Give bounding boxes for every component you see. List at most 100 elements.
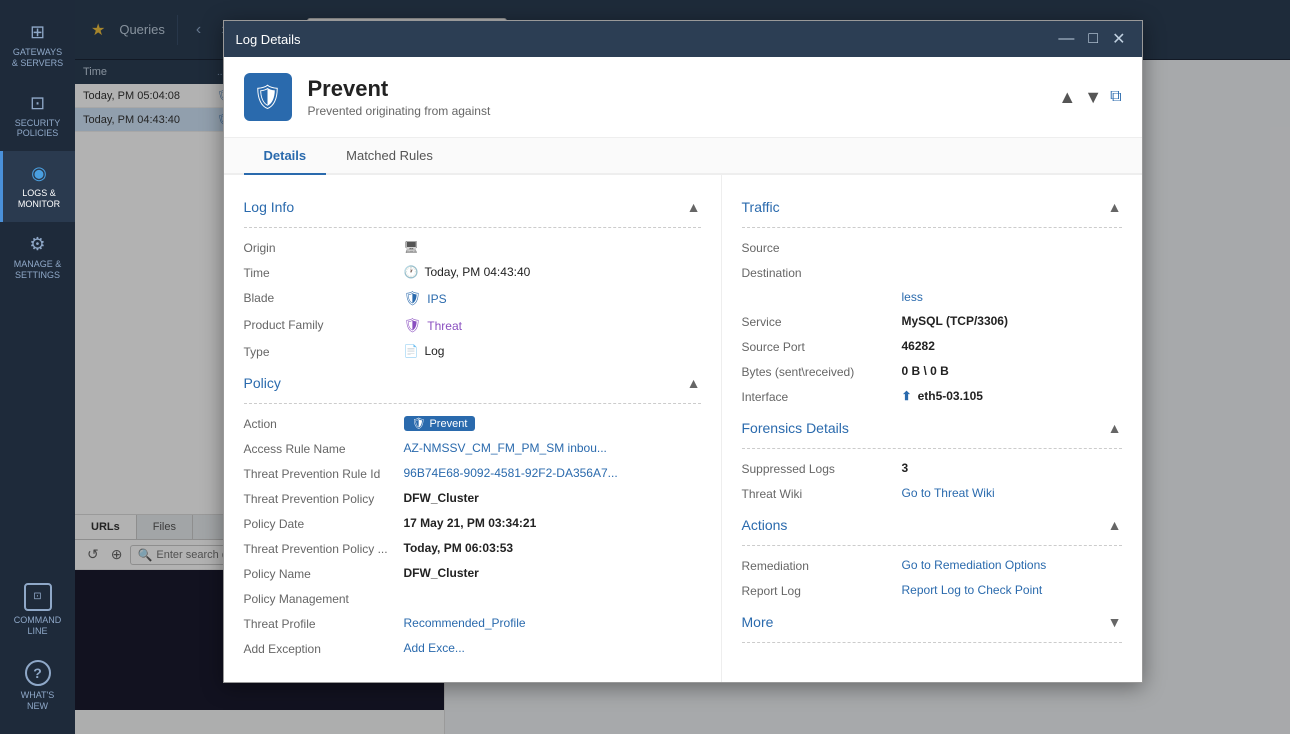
nav-down-button[interactable]: ▼ <box>1084 87 1102 108</box>
sidebar-item-whatsnew[interactable]: ? WHAT'SNEW <box>0 648 75 724</box>
modal-header-info: Prevent Prevented originating from again… <box>308 76 1043 118</box>
tab-details[interactable]: Details <box>244 138 327 175</box>
sidebar-item-gateways[interactable]: ⊞ GATEWAYS& SERVERS <box>0 10 75 81</box>
field-label-source-port: Source Port <box>742 339 902 354</box>
field-policy-date: Policy Date 17 May 21, PM 03:34:21 <box>244 516 701 531</box>
field-value-remediation[interactable]: Go to Remediation Options <box>902 558 1122 572</box>
field-value-threat-profile[interactable]: Recommended_Profile <box>404 616 701 630</box>
command-icon: ⊡ <box>24 583 52 611</box>
close-button[interactable]: ✕ <box>1108 29 1129 49</box>
field-value-policy-name: DFW_Cluster <box>404 566 701 580</box>
field-label-report-log: Report Log <box>742 583 902 598</box>
traffic-toggle[interactable]: ▲ <box>1108 199 1122 215</box>
modal-header: 🛡 Prevent Prevented originating from aga… <box>224 57 1142 138</box>
modal-overlay: Log Details — □ ✕ 🛡 Prevent Prevented or… <box>75 0 1290 734</box>
field-origin: Origin 🖥 <box>244 240 701 255</box>
field-value-product-family: 🛡 Threat <box>404 317 701 334</box>
log-info-toggle[interactable]: ▲ <box>687 199 701 215</box>
traffic-divider <box>742 227 1122 228</box>
field-threat-profile: Threat Profile Recommended_Profile <box>244 616 701 631</box>
traffic-section-header: Traffic ▲ <box>742 199 1122 215</box>
main-area: ★ Queries ‹ › ↺ ⊕ 🔍 Found Time ... ... .… <box>75 0 1290 734</box>
sidebar-item-command[interactable]: ⊡ COMMAND LINE <box>0 571 75 649</box>
log-info-divider <box>244 227 701 228</box>
sidebar-item-label: SECURITYPOLICIES <box>15 118 61 140</box>
field-value-report-log[interactable]: Report Log to Check Point <box>902 583 1122 597</box>
field-label-service: Service <box>742 314 902 329</box>
forensics-divider <box>742 448 1122 449</box>
field-value-less-link[interactable]: less <box>902 290 1122 304</box>
modal-titlebar: Log Details — □ ✕ <box>224 21 1142 57</box>
field-value-access-rule[interactable]: AZ-NMSSV_CM_FM_PM_SM inbou... <box>404 441 701 455</box>
field-label-time: Time <box>244 265 404 280</box>
actions-section-header: Actions ▲ <box>742 517 1122 533</box>
field-threat-rule-id: Threat Prevention Rule Id 96B74E68-9092-… <box>244 466 701 481</box>
more-title: More <box>742 614 774 630</box>
field-threat-policy: Threat Prevention Policy DFW_Cluster <box>244 491 701 506</box>
field-value-threat-wiki[interactable]: Go to Threat Wiki <box>902 486 1122 500</box>
field-label-policy-date: Policy Date <box>244 516 404 531</box>
nav-up-button[interactable]: ▲ <box>1058 87 1076 108</box>
security-icon: ⊡ <box>30 93 45 114</box>
field-action: Action 🛡 Prevent <box>244 416 701 431</box>
field-product-family: Product Family 🛡 Threat <box>244 317 701 334</box>
modal-left-panel: Log Info ▲ Origin 🖥 Time 🕐 <box>224 175 722 682</box>
field-value-policy-date: 17 May 21, PM 03:34:21 <box>404 516 701 530</box>
more-toggle[interactable]: ▼ <box>1108 614 1122 630</box>
minimize-button[interactable]: — <box>1054 29 1078 49</box>
field-label-product-family: Product Family <box>244 317 404 332</box>
ips-icon: 🛡 <box>404 290 422 307</box>
field-value-threat-policy-update: Today, PM 06:03:53 <box>404 541 701 555</box>
field-label-action: Action <box>244 416 404 431</box>
copy-button[interactable]: ⧉ <box>1110 88 1121 106</box>
whatsnew-icon: ? <box>25 660 51 686</box>
logs-icon: ◉ <box>31 163 47 184</box>
prevent-badge: 🛡 Prevent <box>404 416 476 431</box>
modal-right-panel: Traffic ▲ Source Destination less <box>722 175 1142 682</box>
prevent-label: Prevent <box>429 418 467 430</box>
maximize-button[interactable]: □ <box>1084 29 1102 49</box>
traffic-title: Traffic <box>742 199 780 215</box>
action-shield-icon: 🛡 <box>244 73 292 121</box>
sidebar-item-label: MANAGE &SETTINGS <box>14 259 62 281</box>
field-policy-management: Policy Management <box>244 591 701 606</box>
log-info-section-header: Log Info ▲ <box>244 199 701 215</box>
sidebar-item-manage[interactable]: ⚙ MANAGE &SETTINGS <box>0 222 75 293</box>
log-info-title: Log Info <box>244 199 295 215</box>
field-label-interface: Interface <box>742 389 902 404</box>
field-blade: Blade 🛡 IPS <box>244 290 701 307</box>
field-source-port: Source Port 46282 <box>742 339 1122 354</box>
field-destination: Destination <box>742 265 1122 280</box>
field-value-threat-rule-id[interactable]: 96B74E68-9092-4581-92F2-DA356A7... <box>404 466 701 480</box>
more-divider <box>742 642 1122 643</box>
threat-label: Threat <box>427 319 462 333</box>
sidebar-item-label: WHAT'SNEW <box>21 690 55 712</box>
sidebar-item-security[interactable]: ⊡ SECURITYPOLICIES <box>0 81 75 152</box>
actions-toggle[interactable]: ▲ <box>1108 517 1122 533</box>
field-threat-policy-update: Threat Prevention Policy ... Today, PM 0… <box>244 541 701 556</box>
field-access-rule: Access Rule Name AZ-NMSSV_CM_FM_PM_SM in… <box>244 441 701 456</box>
forensics-toggle[interactable]: ▲ <box>1108 420 1122 436</box>
log-type-label: Log <box>424 344 444 358</box>
threat-icon: 🛡 <box>404 317 422 334</box>
field-value-threat-policy: DFW_Cluster <box>404 491 701 505</box>
sidebar-item-logs[interactable]: ◉ LOGS &MONITOR <box>0 151 75 222</box>
field-report-log: Report Log Report Log to Check Point <box>742 583 1122 598</box>
field-value-time: 🕐 Today, PM 04:43:40 <box>404 265 701 279</box>
field-label-suppressed-logs: Suppressed Logs <box>742 461 902 476</box>
modal-action-title: Prevent <box>308 76 1043 102</box>
field-interface: Interface ⬆ eth5-03.105 <box>742 389 1122 404</box>
field-label-threat-profile: Threat Profile <box>244 616 404 631</box>
field-label-less <box>742 290 902 291</box>
field-value-bytes: 0 B \ 0 B <box>902 364 1122 378</box>
field-value-type: 📄 Log <box>404 344 701 358</box>
policy-toggle[interactable]: ▲ <box>687 375 701 391</box>
field-type: Type 📄 Log <box>244 344 701 359</box>
field-less-link-row: less <box>742 290 1122 304</box>
field-label-destination: Destination <box>742 265 902 280</box>
tab-matched-rules[interactable]: Matched Rules <box>326 138 453 175</box>
field-value-add-exception[interactable]: Add Exce... <box>404 641 701 655</box>
sidebar-item-label: COMMAND LINE <box>5 615 70 637</box>
field-bytes: Bytes (sent\received) 0 B \ 0 B <box>742 364 1122 379</box>
field-policy-name: Policy Name DFW_Cluster <box>244 566 701 581</box>
